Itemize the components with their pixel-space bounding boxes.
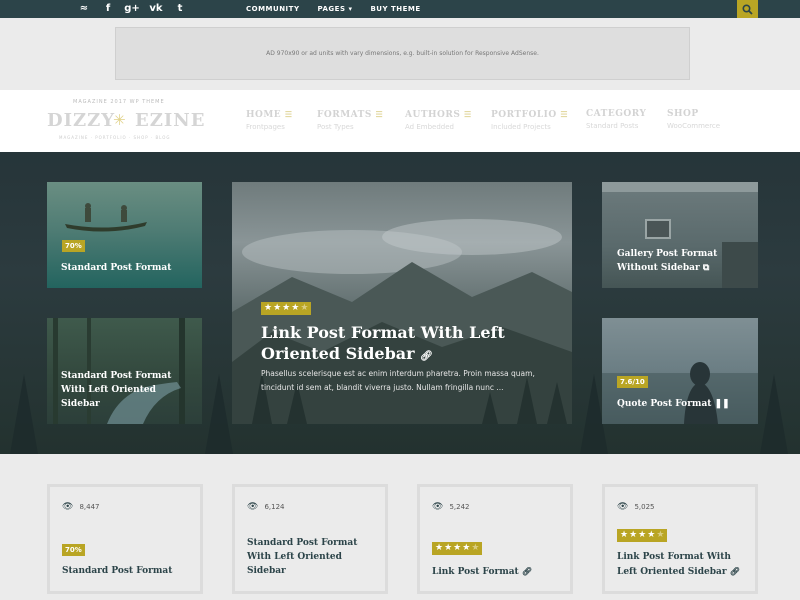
rating-stars: ★ ★ ★ ★ ★ [432,542,483,555]
nav-community[interactable]: COMMUNITY [246,0,300,18]
nav-sublabel: WooCommerce [667,122,721,130]
views-value: 8,447 [79,503,100,511]
views-count: 👁︎ 8,447 [62,502,99,512]
post-excerpt: Phasellus scelerisque est ac enim interd… [261,369,535,392]
post-title[interactable]: Link Post Format With Left Oriented Side… [617,550,752,579]
logo-tagline-bottom: MAGAZINE · PORTFOLIO · SHOP · BLOG [59,135,171,140]
eye-icon: 👁︎ [432,502,444,512]
nav-authors[interactable]: AUTHORS ☰ Ad Embedded [405,109,472,139]
views-count: 👁︎ 6,124 [247,502,284,512]
link-icon: 🔗︎ [420,351,433,362]
post-title[interactable]: Gallery Post Format Without Sidebar ⧉ [617,247,752,275]
search-icon [742,4,753,15]
nav-sublabel: Post Types [317,123,354,131]
post-title[interactable]: Link Post Format With Left Oriented Side… [261,322,531,367]
link-icon: 🔗︎ [521,566,532,576]
post-title-text: Quote Post Format [617,399,712,409]
nav-label: FORMATS [317,110,372,120]
nav-portfolio[interactable]: PORTFOLIO ☰ Included Projects [491,109,568,139]
main-featured-card[interactable]: ★ ★ ★ ★ ★ Link Post Format With Left Oriente… [232,182,572,424]
post-title-text: Link Post Format [432,567,519,577]
score-badge: 70% [62,544,85,556]
nav-label: HOME [246,110,282,120]
post-title[interactable]: Link Post Format 🔗︎ [432,564,562,579]
post-card[interactable]: 👁︎ 5,242 ★ ★ ★ ★ ★ Link Post Format 🔗︎ [417,484,573,594]
nav-sublabel: Ad Embedded [405,123,454,131]
link-icon: 🔗︎ [729,566,740,576]
nav-sublabel: Included Projects [491,123,551,131]
menu-icon: ☰ [284,109,293,119]
featured-card[interactable]: Standard Post Format With Left Oriented … [47,318,202,424]
logo-tagline-top: MAGAZINE 2017 WP THEME [73,99,165,105]
post-title[interactable]: Quote Post Format ❚❚ [617,397,752,411]
views-count: 👁︎ 5,242 [432,502,469,512]
menu-icon: ☰ [560,109,569,119]
social-links: ≈ f g+ vk t [72,0,192,18]
views-value: 5,242 [449,503,470,511]
rating-stars: ★ ★ ★ ★ ★ [617,529,668,542]
views-value: 6,124 [264,503,285,511]
menu-icon: ☰ [375,109,384,119]
nav-label: PORTFOLIO [491,110,557,120]
featured-card[interactable]: Gallery Post Format Without Sidebar ⧉ [602,182,758,288]
nav-home[interactable]: HOME ☰ Frontpages [246,109,292,139]
nav-label: SHOP [667,109,699,119]
post-title[interactable]: Standard Post Format With Left Oriented … [247,536,377,578]
logo-word-left: DIZZY [47,110,116,131]
eye-icon: 👁︎ [62,502,74,512]
quote-icon: ❚❚ [714,399,730,409]
vk-icon[interactable]: vk [144,0,168,18]
post-card[interactable]: 👁︎ 6,124 Standard Post Format With Left O… [232,484,388,594]
google-plus-icon[interactable]: g+ [120,0,144,18]
nav-sublabel: Frontpages [246,123,285,131]
post-card[interactable]: 👁︎ 8,447 70% Standard Post Format [47,484,203,594]
nav-pages-label: PAGES [317,5,346,13]
views-value: 5,025 [634,503,655,511]
site-logo[interactable]: MAGAZINE 2017 WP THEME DIZZY ✳ EZINE MAG… [47,96,207,144]
facebook-icon[interactable]: f [96,0,120,18]
post-title-text: Link Post Format With Left Oriented Side… [261,323,505,363]
views-count: 👁︎ 5,025 [617,502,654,512]
logo-word-right: EZINE [135,110,206,131]
featured-card[interactable]: 70% Standard Post Format [47,182,202,288]
post-card[interactable]: 👁︎ 5,025 ★ ★ ★ ★ ★ Link Post Format With Left… [602,484,758,594]
ad-text: AD 970x90 or ad units with vary dimensio… [266,50,539,57]
eye-icon: 👁︎ [247,502,259,512]
eye-icon: 👁︎ [617,502,629,512]
score-badge: 7.6/10 [617,376,648,388]
post-title[interactable]: Standard Post Format [62,564,192,578]
logo-star-icon: ✳ [113,111,126,129]
chevron-down-icon: ▾ [348,5,353,13]
nav-label: CATEGORY [586,109,647,119]
search-button[interactable] [737,0,758,18]
nav-pages[interactable]: PAGES ▾ [318,0,353,18]
twitter-icon[interactable]: t [168,0,192,18]
nav-shop[interactable]: SHOP WooCommerce [667,109,720,139]
top-nav: COMMUNITY PAGES ▾ BUY THEME [246,0,439,18]
score-badge: 70% [62,240,85,252]
rating-stars: ★ ★ ★ ★ ★ [261,302,312,315]
gallery-icon: ⧉ [702,263,710,273]
post-title[interactable]: Standard Post Format With Left Oriented … [61,369,191,411]
top-bar: ≈ f g+ vk t COMMUNITY PAGES ▾ BUY THEME [0,0,800,18]
nav-buy-theme[interactable]: BUY THEME [370,0,420,18]
nav-category[interactable]: CATEGORY Standard Posts [586,109,646,139]
ad-banner[interactable]: AD 970x90 or ad units with vary dimensio… [115,27,690,80]
menu-icon: ☰ [464,109,472,119]
featured-card[interactable]: 7.6/10 Quote Post Format ❚❚ [602,318,758,424]
nav-sublabel: Standard Posts [586,122,639,130]
nav-label: AUTHORS [405,110,461,120]
rss-icon[interactable]: ≈ [72,0,96,18]
post-title-text: Link Post Format With Left Oriented Side… [617,552,731,577]
nav-formats[interactable]: FORMATS ☰ Post Types [317,109,383,139]
post-title[interactable]: Standard Post Format [61,261,196,275]
